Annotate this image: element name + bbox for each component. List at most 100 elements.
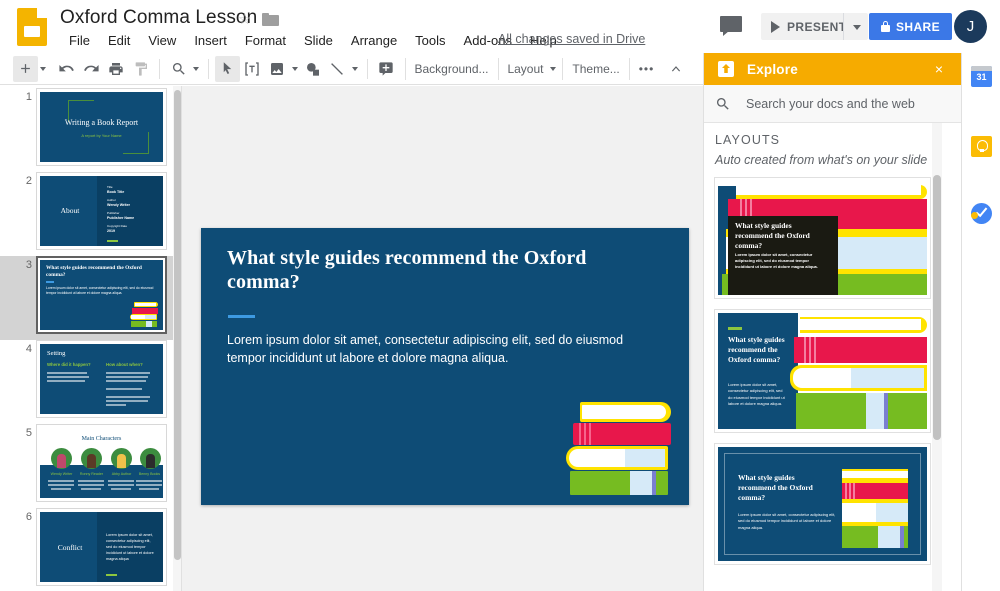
document-title[interactable]: Oxford Comma Lesson <box>60 7 257 29</box>
thumb-body: Lorem ipsum dolor sit amet, consectetur … <box>46 286 158 296</box>
slide-thumbnail[interactable]: Main Characters Wendy Writer Ronny Reade… <box>36 424 167 502</box>
present-options-button[interactable] <box>843 13 868 40</box>
new-slide-options-caret[interactable] <box>38 56 49 82</box>
menu-edit[interactable]: Edit <box>99 31 139 50</box>
slide-body-text[interactable]: Lorem ipsum dolor sit amet, consectetur … <box>227 331 665 367</box>
menu-file[interactable]: File <box>60 31 99 50</box>
slide-number: 5 <box>14 427 32 439</box>
image-options-caret[interactable] <box>289 56 300 82</box>
menu-arrange[interactable]: Arrange <box>342 31 406 50</box>
explore-search-bar[interactable]: Search your docs and the web <box>704 85 962 123</box>
save-status-label[interactable]: All changes saved in Drive <box>498 32 645 46</box>
slide-number: 4 <box>14 343 32 355</box>
search-icon <box>715 96 731 112</box>
insert-shape-button[interactable] <box>300 56 325 82</box>
background-button[interactable]: Background... <box>405 56 497 82</box>
slide-thumbnail[interactable]: Setting Where did it happen? How about w… <box>36 340 167 418</box>
layout-button[interactable]: Layout <box>498 56 547 82</box>
slide-title[interactable]: What style guides recommend the Oxford c… <box>227 246 647 295</box>
explore-scrollbar-thumb[interactable] <box>933 175 941 440</box>
slide-filmstrip[interactable]: 1 Writing a Book Report A report by Your… <box>0 86 180 591</box>
menu-slide[interactable]: Slide <box>295 31 342 50</box>
zoom-button[interactable] <box>166 56 191 82</box>
thumb-col2-head: How about when? <box>106 362 143 367</box>
layout-body: Lorem ipsum dolor sit amet, consectetur … <box>728 382 788 408</box>
filmstrip-slide-5[interactable]: 5 Main Characters Wendy Writer Ronny Rea… <box>0 424 180 508</box>
slide-accent-rule <box>228 315 255 318</box>
chevron-down-icon <box>853 25 861 30</box>
filmstrip-slide-3[interactable]: 3 What style guides recommend the Oxford… <box>0 256 180 340</box>
layout-option-3[interactable]: What style guides recommend the Oxford c… <box>714 443 931 565</box>
layout-title: What style guides recommend the Oxford c… <box>735 221 827 250</box>
slide-thumbnail[interactable]: Conflict Lorem ipsum dolor sit amet, con… <box>36 508 167 586</box>
filmstrip-scrollbar-thumb[interactable] <box>174 90 181 560</box>
chevron-down-icon <box>550 67 556 71</box>
close-icon[interactable]: × <box>935 62 943 76</box>
slide-number: 3 <box>14 259 32 271</box>
insert-image-button[interactable] <box>264 56 289 82</box>
layouts-section-subtitle: Auto created from what's on your slide <box>715 153 927 167</box>
text-box-button[interactable] <box>240 56 265 82</box>
lock-icon <box>881 21 890 32</box>
current-slide[interactable]: What style guides recommend the Oxford c… <box>201 228 689 505</box>
theme-button[interactable]: Theme... <box>563 56 628 82</box>
calendar-day-label: 31 <box>971 72 992 82</box>
print-button[interactable] <box>104 56 129 82</box>
filmstrip-slide-4[interactable]: 4 Setting Where did it happen? How about… <box>0 340 180 424</box>
slide-thumbnail[interactable]: About Title Book Title Author Wendy Writ… <box>36 172 167 250</box>
select-tool-button[interactable] <box>215 56 240 82</box>
insert-line-button[interactable] <box>325 56 350 82</box>
comments-icon[interactable] <box>720 16 742 36</box>
share-button[interactable]: SHARE <box>869 13 952 40</box>
layout-title: What style guides recommend the Oxford c… <box>738 473 826 502</box>
thumb-character-name: Benny Books <box>133 472 163 476</box>
menu-format[interactable]: Format <box>236 31 295 50</box>
menu-view[interactable]: View <box>139 31 185 50</box>
chevron-down-icon <box>352 67 358 71</box>
side-panel-rail: 31 <box>961 53 1000 591</box>
zoom-options-caret[interactable] <box>191 56 202 82</box>
add-comment-button[interactable] <box>374 56 399 82</box>
thumb-col1-head: Where did it happen? <box>47 362 91 367</box>
paint-format-button[interactable] <box>128 56 153 82</box>
menu-tools[interactable]: Tools <box>406 31 454 50</box>
layout-title: What style guides recommend the Oxford c… <box>728 335 788 364</box>
more-options-button[interactable]: ••• <box>630 56 664 82</box>
menu-insert[interactable]: Insert <box>185 31 236 50</box>
present-label: PRESENT <box>787 20 846 34</box>
google-tasks-icon[interactable] <box>971 203 992 224</box>
share-label: SHARE <box>896 20 940 34</box>
app-header: Oxford Comma Lesson ☆ File Edit View Ins… <box>0 0 1000 53</box>
google-keep-icon[interactable] <box>971 136 992 157</box>
layout-body: Lorem ipsum dolor sit amet, consectetur … <box>738 512 836 531</box>
user-avatar[interactable]: J <box>954 10 987 43</box>
layout-option-1[interactable]: What style guides recommend the Oxford c… <box>714 177 931 299</box>
filmstrip-scrollbar[interactable] <box>173 86 181 591</box>
explore-scrollbar[interactable] <box>932 123 942 591</box>
undo-button[interactable] <box>54 56 79 82</box>
layout-option-2[interactable]: What style guides recommend the Oxford c… <box>714 309 931 433</box>
slide-number: 6 <box>14 511 32 523</box>
search-input-placeholder[interactable]: Search your docs and the web <box>746 97 915 111</box>
explore-panel[interactable]: Explore × Search your docs and the web L… <box>703 53 961 591</box>
line-options-caret[interactable] <box>350 56 361 82</box>
redo-button[interactable] <box>79 56 104 82</box>
thumb-character-name: Wendy Writer <box>45 472 78 476</box>
filmstrip-slide-2[interactable]: 2 About Title Book Title Author Wendy Wr… <box>0 172 180 256</box>
star-icon[interactable]: ☆ <box>238 12 254 28</box>
collapse-toolbar-button[interactable] <box>663 56 688 82</box>
filmstrip-slide-6[interactable]: 6 Conflict Lorem ipsum dolor sit amet, c… <box>0 508 180 591</box>
chevron-down-icon <box>292 67 298 71</box>
slide-thumbnail[interactable]: What style guides recommend the Oxford c… <box>36 256 167 334</box>
google-calendar-icon[interactable]: 31 <box>971 66 992 87</box>
slide-canvas[interactable]: What style guides recommend the Oxford c… <box>182 86 703 591</box>
layout-caret[interactable] <box>547 56 558 82</box>
filmstrip-slide-1[interactable]: 1 Writing a Book Report A report by Your… <box>0 88 180 172</box>
toolbar: Background... Layout Theme... ••• <box>0 53 703 85</box>
slide-thumbnail[interactable]: Writing a Book Report A report by Your N… <box>36 88 167 166</box>
new-slide-button[interactable] <box>13 56 38 82</box>
explore-body: LAYOUTS Auto created from what's on your… <box>704 123 962 591</box>
thumb-title: Writing a Book Report <box>40 118 163 127</box>
move-to-folder-icon[interactable] <box>262 13 279 26</box>
play-icon <box>771 21 780 33</box>
